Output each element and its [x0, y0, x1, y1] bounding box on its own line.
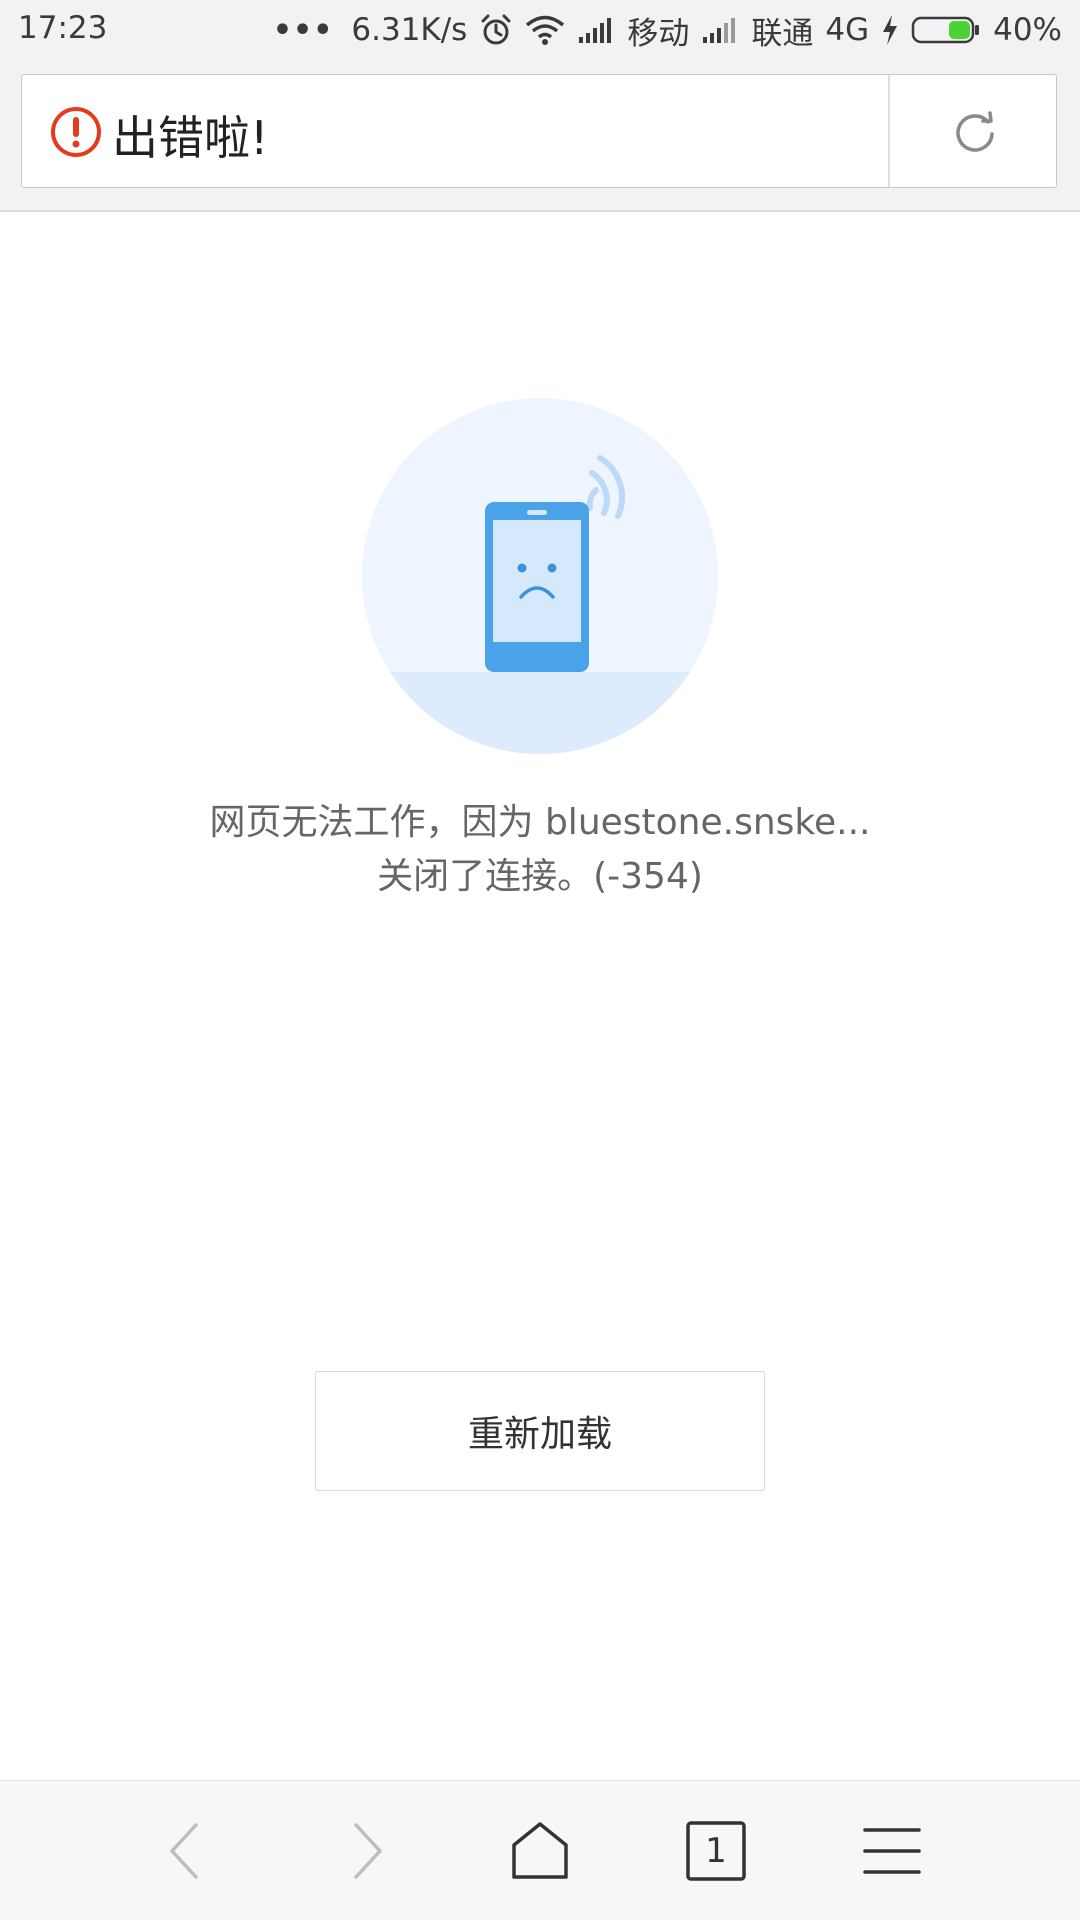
page-title: 出错啦!	[112, 111, 269, 165]
network-type: 4G	[825, 12, 870, 48]
error-message: 网页无法工作，因为 bluestone.snske... 关闭了连接。(-354…	[0, 796, 1080, 904]
error-message-line1: 网页无法工作，因为 bluestone.snske...	[209, 802, 871, 843]
sad-phone-illustration	[362, 398, 718, 758]
address-bar-area: 出错啦!	[0, 60, 1080, 212]
home-icon[interactable]	[500, 1811, 580, 1891]
net-speed: 6.31K/s	[351, 12, 468, 48]
more-notifications-icon: •••	[272, 12, 334, 48]
back-icon[interactable]	[146, 1811, 226, 1891]
alarm-icon	[479, 13, 513, 47]
address-divider	[888, 75, 890, 187]
browser-screen: 17:23 ••• 6.31K/s 移动 联通 4G 40% 出错啦! 网页无法…	[0, 0, 1080, 1920]
battery-icon	[911, 15, 981, 45]
signal-icon	[701, 15, 739, 45]
menu-icon[interactable]	[852, 1811, 932, 1891]
signal-icon	[577, 15, 615, 45]
carrier-2: 联通	[751, 15, 814, 52]
status-time: 17:23	[18, 10, 108, 46]
tab-count: 1	[705, 1831, 727, 1871]
refresh-icon[interactable]	[952, 109, 998, 159]
forward-icon[interactable]	[326, 1811, 406, 1891]
error-message-line2: 关闭了连接。(-354)	[377, 856, 703, 897]
status-indicators: ••• 6.31K/s 移动 联通 4G 40%	[272, 9, 1062, 52]
carrier-1: 移动	[627, 15, 690, 52]
tabs-icon[interactable]: 1	[676, 1811, 756, 1891]
bottom-nav: 1	[0, 1780, 1080, 1920]
address-bar[interactable]: 出错啦!	[21, 74, 1057, 188]
wifi-icon	[525, 14, 565, 46]
error-circle-icon	[50, 106, 102, 162]
battery-percent: 40%	[993, 12, 1062, 48]
status-bar: 17:23 ••• 6.31K/s 移动 联通 4G 40%	[0, 0, 1080, 60]
reload-button[interactable]: 重新加载	[315, 1371, 765, 1491]
charging-icon	[881, 14, 899, 46]
